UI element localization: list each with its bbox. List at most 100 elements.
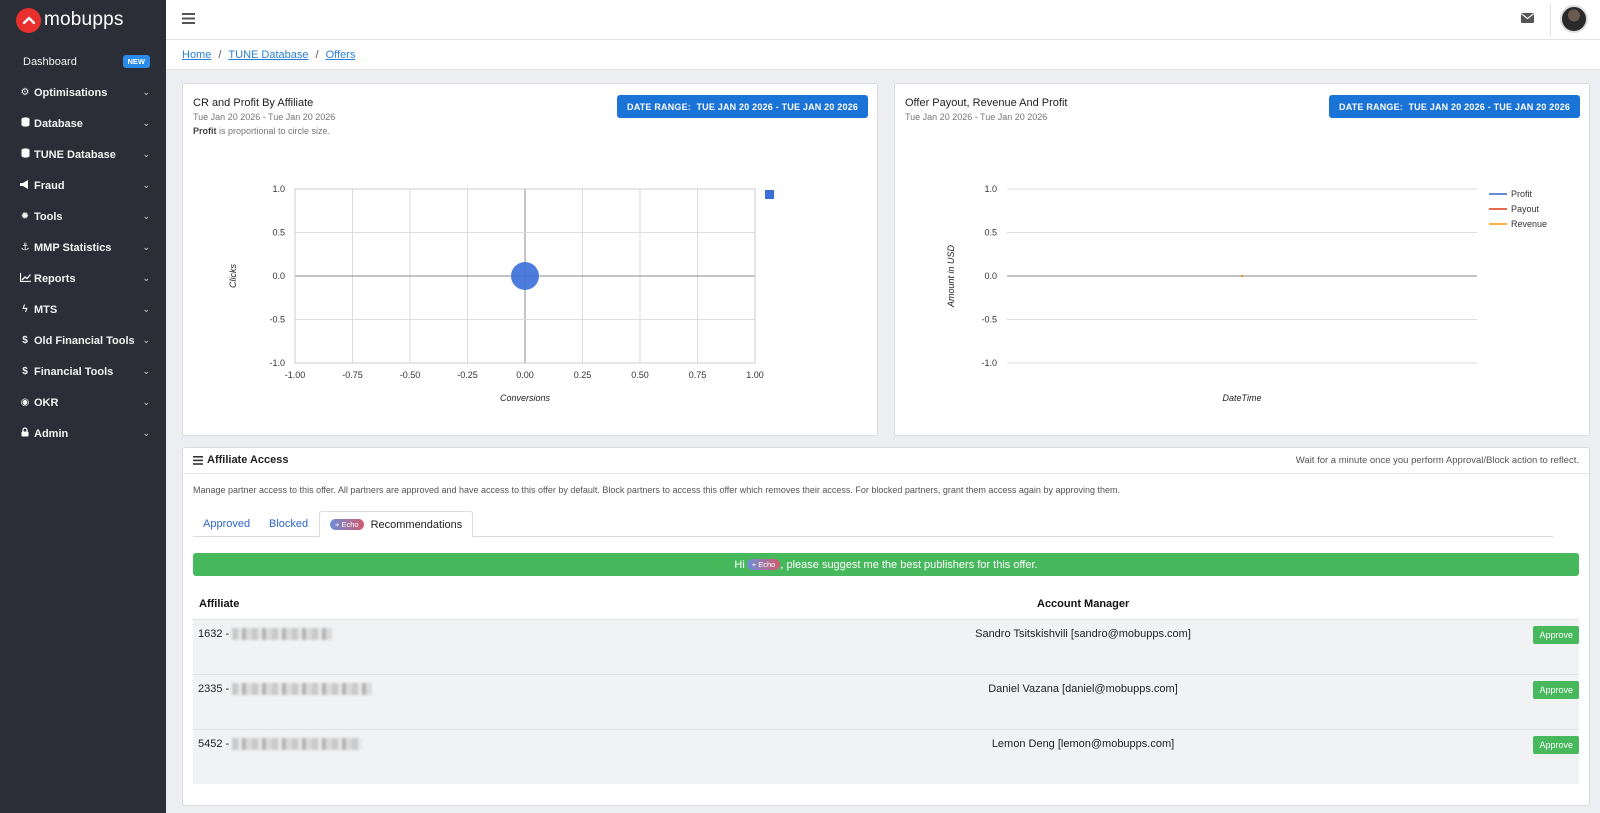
chevron-down-icon: ⌄ <box>142 304 150 314</box>
x-axis-label: DateTime <box>1223 393 1262 403</box>
chevron-down-icon: ⌄ <box>142 428 150 438</box>
sidebar-item-dashboard[interactable]: Dashboard NEW <box>0 46 166 77</box>
date-range-button[interactable]: DATE RANGE: TUE JAN 20 2026 - TUE JAN 20… <box>617 95 869 118</box>
echo-badge: + Echo <box>746 559 781 570</box>
sidebar-item-okr[interactable]: ◉ OKR ⌄ <box>0 387 166 418</box>
suggest-text: , please suggest me the best publishers … <box>780 558 1038 571</box>
legend-label-revenue: Revenue <box>1511 219 1547 229</box>
logo-mark-icon <box>16 7 41 33</box>
cr-profit-chart-card: CR and Profit By Affiliate Tue Jan 20 20… <box>182 83 878 436</box>
suggest-publishers-button[interactable]: Hi + Echo , please suggest me the best p… <box>193 553 1579 576</box>
sidebar-item-tools[interactable]: ✹ Tools ⌄ <box>0 201 166 232</box>
sidebar-item-admin[interactable]: Admin ⌄ <box>0 418 166 449</box>
sidebar-item-label: MTS <box>34 303 58 316</box>
y-axis-label: Clicks <box>228 264 238 288</box>
account-manager-cell: Daniel Vazana [daniel@mobupps.com] <box>988 683 1178 695</box>
series-point-revenue <box>1241 275 1243 277</box>
breadcrumb-offers[interactable]: Offers <box>326 49 356 61</box>
database-icon <box>18 117 32 130</box>
x-tick-label: 0.00 <box>516 370 534 380</box>
y-tick-label: 0.5 <box>984 228 997 238</box>
column-header-account-manager: Account Manager <box>1037 598 1130 610</box>
y-axis-label: Amount in USD <box>946 244 956 308</box>
approve-button[interactable]: Approve <box>1533 626 1579 644</box>
sidebar-item-fraud[interactable]: Fraud ⌄ <box>0 170 166 201</box>
x-tick-label: -0.50 <box>400 370 421 380</box>
y-tick-label: -1.0 <box>269 358 285 368</box>
bullhorn-icon <box>18 179 32 192</box>
sidebar-item-tune-database[interactable]: TUNE Database ⌄ <box>0 139 166 170</box>
scatter-chart: -1.00 -0.75 -0.50 -0.25 0.00 0.25 0.50 0.75 1.00… <box>228 184 774 403</box>
chevron-down-icon: ⌄ <box>142 273 150 283</box>
date-range-value: TUE JAN 20 2026 - TUE JAN 20 2026 <box>696 101 859 112</box>
breadcrumb-separator: / <box>315 48 319 61</box>
x-axis-label: Conversions <box>500 393 551 403</box>
table-row: 2335 - Daniel Vazana [daniel@mobupps.com… <box>193 674 1579 729</box>
date-range-label: DATE RANGE: <box>1339 101 1404 112</box>
breadcrumb-tune-database[interactable]: TUNE Database <box>228 49 308 61</box>
sidebar-item-reports[interactable]: Reports ⌄ <box>0 263 166 294</box>
x-tick-label: -0.25 <box>457 370 478 380</box>
sidebar-item-label: MMP Statistics <box>34 241 112 254</box>
chevron-down-icon: ⌄ <box>142 397 150 407</box>
approve-button[interactable]: Approve <box>1533 681 1579 699</box>
x-tick-label: 0.75 <box>689 370 707 380</box>
x-tick-label: -0.75 <box>342 370 363 380</box>
sidebar-item-label: Financial Tools <box>34 365 114 378</box>
sidebar-item-label: Reports <box>34 272 76 285</box>
sidebar: mobupps Dashboard NEW ⚙ Optimisations ⌄ … <box>0 0 166 813</box>
y-tick-label: 0.0 <box>272 271 285 281</box>
chevron-down-icon: ⌄ <box>142 118 150 128</box>
echo-badge: + Echo <box>330 519 364 530</box>
y-tick-label: 0.5 <box>272 228 285 238</box>
affiliate-access-header: Affiliate Access Wait for a minute once … <box>183 448 1589 474</box>
sidebar-item-financial-tools[interactable]: $ Financial Tools ⌄ <box>0 356 166 387</box>
table-row: 1632 - Sandro Tsitskishvili [sandro@mobu… <box>193 619 1579 674</box>
affiliate-access-title: Affiliate Access <box>207 454 289 466</box>
sidebar-item-old-financial-tools[interactable]: $ Old Financial Tools ⌄ <box>0 325 166 356</box>
sidebar-item-label: Fraud <box>34 179 65 192</box>
chevron-down-icon: ⌄ <box>142 242 150 252</box>
cogs-icon: ⚙ <box>20 87 30 98</box>
tab-blocked[interactable]: Blocked <box>269 511 308 537</box>
date-range-value: TUE JAN 20 2026 - TUE JAN 20 2026 <box>1408 101 1571 112</box>
affiliate-access-card: Affiliate Access Wait for a minute once … <box>182 447 1590 806</box>
legend-label-profit: Profit <box>1511 189 1533 199</box>
legend-swatch <box>765 190 774 199</box>
y-tick-label: -0.5 <box>269 315 285 325</box>
envelope-icon[interactable] <box>1521 13 1534 26</box>
sidebar-item-label: Tools <box>34 210 63 223</box>
tab-recommendations-label: Recommendations <box>370 518 463 531</box>
topbar-divider <box>1550 4 1551 36</box>
sidebar-item-mmp-statistics[interactable]: ⚓ MMP Statistics ⌄ <box>0 232 166 263</box>
new-badge: NEW <box>122 55 150 68</box>
dollar-icon: $ <box>22 366 28 377</box>
column-header-affiliate: Affiliate <box>199 598 240 610</box>
sidebar-item-database[interactable]: Database ⌄ <box>0 108 166 139</box>
date-range-label: DATE RANGE: <box>627 101 692 112</box>
breadcrumb-home[interactable]: Home <box>182 49 211 61</box>
breadcrumb-separator: / <box>218 48 222 61</box>
sidebar-item-mts[interactable]: ϟ MTS ⌄ <box>0 294 166 325</box>
tab-approved[interactable]: Approved <box>203 511 250 537</box>
gear-icon: ✹ <box>20 211 30 222</box>
y-tick-label: -1.0 <box>981 358 997 368</box>
chart-subtitle: Tue Jan 20 2026 - Tue Jan 20 2026 <box>193 112 336 122</box>
line-chart-icon <box>18 272 32 285</box>
sidebar-item-label: Dashboard <box>23 55 77 68</box>
chart-subtitle: Tue Jan 20 2026 - Tue Jan 20 2026 <box>905 112 1048 122</box>
avatar[interactable] <box>1560 5 1588 33</box>
brand-logo[interactable]: mobupps <box>0 0 166 40</box>
sidebar-item-label: OKR <box>34 396 59 409</box>
affiliate-access-description: Manage partner access to this offer. All… <box>193 485 1120 495</box>
user-lock-icon <box>18 427 32 440</box>
brand-name: mobupps <box>44 9 124 30</box>
legend-label-payout: Payout <box>1511 204 1540 214</box>
x-tick-label: -1.00 <box>285 370 306 380</box>
tab-recommendations[interactable]: + Echo Recommendations <box>319 511 474 538</box>
sidebar-item-optimisations[interactable]: ⚙ Optimisations ⌄ <box>0 77 166 108</box>
database-icon <box>18 148 32 161</box>
date-range-button[interactable]: DATE RANGE: TUE JAN 20 2026 - TUE JAN 20… <box>1329 95 1581 118</box>
approve-button[interactable]: Approve <box>1533 736 1579 754</box>
hamburger-menu-icon[interactable] <box>182 13 195 27</box>
